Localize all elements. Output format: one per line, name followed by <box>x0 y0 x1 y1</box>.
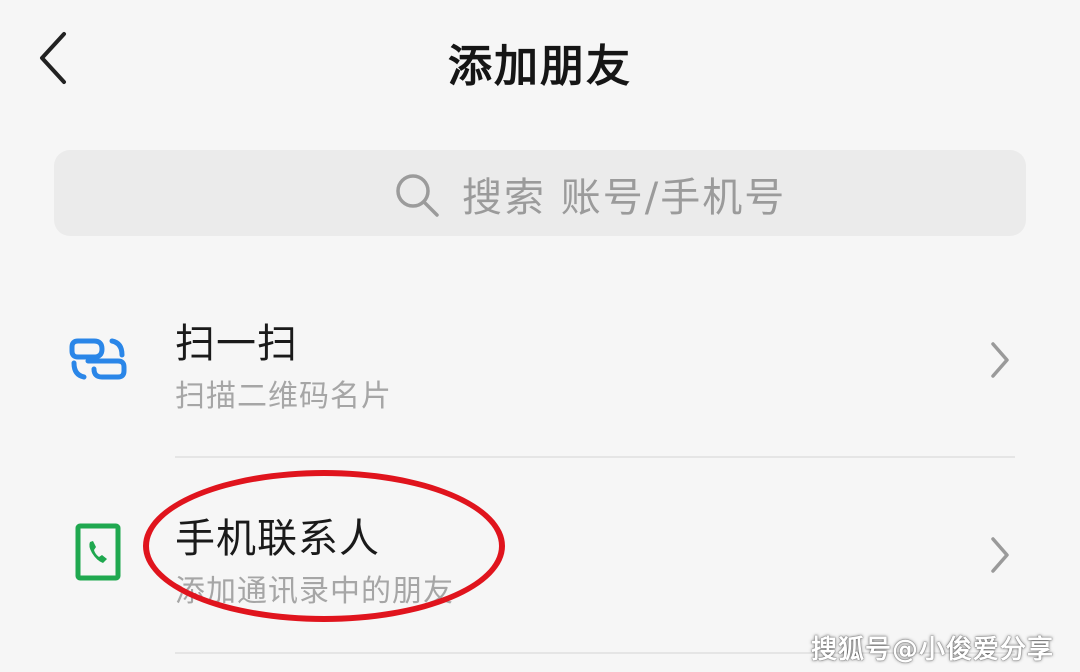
chevron-right-icon <box>991 537 1009 573</box>
scan-icon <box>69 338 127 380</box>
page-title: 添加朋友 <box>448 41 632 92</box>
item-subtitle: 添加通讯录中的朋友 <box>175 574 454 609</box>
chevron-right-icon <box>991 342 1009 378</box>
search-input[interactable]: 搜索 账号/手机号 <box>54 150 1026 236</box>
search-icon <box>396 174 439 217</box>
phone-contact-icon <box>75 523 121 581</box>
top-bar: 添加朋友 <box>0 0 1080 120</box>
item-title: 手机联系人 <box>175 516 380 562</box>
divider <box>175 456 1015 458</box>
watermark: 搜狐号@小俊爱分享 <box>810 635 1054 665</box>
search-placeholder: 搜索 账号/手机号 <box>462 175 787 221</box>
item-title: 扫一扫 <box>175 321 298 367</box>
list-item-scan[interactable]: 扫一扫 扫描二维码名片 <box>0 265 1080 455</box>
list-item-phone-contacts[interactable]: 手机联系人 添加通讯录中的朋友 <box>0 460 1080 650</box>
item-subtitle: 扫描二维码名片 <box>175 379 392 414</box>
